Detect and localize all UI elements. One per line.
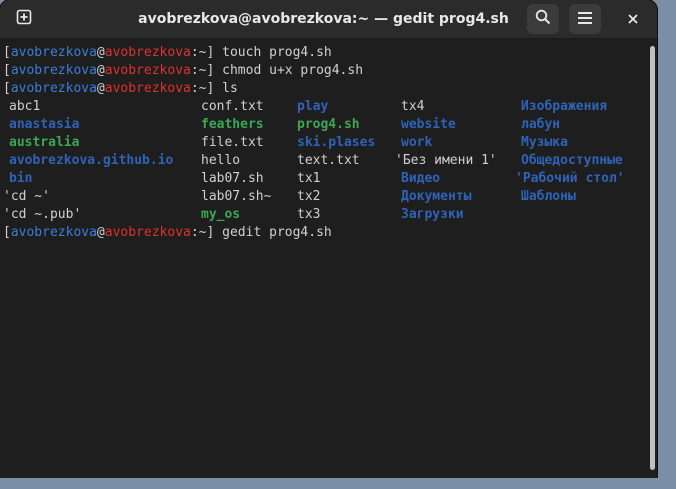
prompt-host: avobrezkova [104, 81, 191, 96]
prompt-at: @ [96, 225, 105, 240]
ls-file-entry: conf.txt [201, 99, 264, 114]
ls-file-entry: tx1 [297, 171, 321, 186]
command-text: touch prog4.sh [222, 45, 332, 60]
ls-directory-entry: Видео [401, 171, 441, 186]
terminal-output[interactable]: [avobrezkova@avobrezkova:~] touch prog4.… [0, 39, 655, 478]
ls-file-entry: 'Без имени 1' [395, 153, 497, 168]
new-tab-button[interactable] [8, 4, 40, 34]
command-text: gedit prog4.sh [222, 225, 332, 240]
ls-directory-entry: Общедоступные [521, 153, 623, 168]
titlebar: avobrezkova@avobrezkova:~ — gedit prog4.… [0, 0, 657, 39]
ls-executable-entry: feathers [201, 117, 264, 132]
prompt-bracket: [ [3, 81, 11, 96]
ls-file-entry: abc1 [9, 99, 41, 114]
ls-file-entry: 'cd ~.pub' [3, 207, 82, 222]
prompt-host: avobrezkova [104, 225, 191, 240]
prompt-path: :~ [190, 81, 207, 96]
ls-directory-entry: bin [9, 171, 33, 186]
ls-executable-entry: australia [9, 135, 80, 150]
prompt-bracket: ] [206, 81, 215, 96]
ls-directory-entry: work [401, 135, 433, 150]
window-title: avobrezkova@avobrezkova:~ — gedit prog4.… [138, 11, 509, 27]
prompt-bracket: ] [206, 45, 215, 60]
ls-directory-entry: play [297, 99, 329, 114]
ls-file-entry: lab07.sh [201, 171, 264, 186]
prompt-bracket: ] [206, 63, 215, 78]
ls-file-entry: tx4 [401, 99, 425, 114]
prompt-path: :~ [190, 45, 207, 60]
ls-file-entry: file.txt [201, 135, 264, 150]
menu-button[interactable] [569, 4, 601, 34]
ls-directory-entry: website [401, 117, 456, 132]
ls-executable-entry: prog4.sh [297, 117, 360, 132]
command-text: chmod u+x prog4.sh [222, 63, 364, 78]
prompt-user: avobrezkova [10, 45, 97, 60]
prompt-user: avobrezkova [10, 63, 97, 78]
ls-directory-entry: anastasia [9, 117, 80, 132]
ls-directory-entry: Изображения [521, 99, 608, 114]
search-button[interactable] [527, 4, 559, 34]
prompt-user: avobrezkova [10, 81, 97, 96]
prompt-path: :~ [190, 63, 207, 78]
ls-directory-entry: 'Рабочий стол' [515, 171, 625, 186]
prompt-user: avobrezkova [10, 225, 97, 240]
ls-directory-entry: Шаблоны [521, 189, 576, 204]
prompt-bracket: [ [3, 225, 11, 240]
prompt-line: [avobrezkova@avobrezkova:~] gedit prog4.… [3, 224, 332, 242]
prompt-at: @ [96, 63, 105, 78]
ls-directory-entry: Музыка [521, 135, 568, 150]
close-icon [627, 10, 639, 29]
prompt-bracket: [ [3, 45, 11, 60]
prompt-path: :~ [190, 225, 207, 240]
ls-directory-entry: avobrezkova.github.io [9, 153, 174, 168]
prompt-host: avobrezkova [104, 45, 191, 60]
hamburger-menu-icon [577, 10, 593, 29]
prompt-bracket: [ [3, 63, 11, 78]
ls-file-entry: tx3 [297, 207, 321, 222]
ls-file-entry: tx2 [297, 189, 321, 204]
search-icon [535, 9, 551, 29]
close-button[interactable] [618, 4, 648, 34]
terminal-window: avobrezkova@avobrezkova:~ — gedit prog4.… [0, 0, 657, 478]
plus-square-icon [16, 9, 32, 29]
prompt-bracket: ] [206, 225, 215, 240]
ls-file-entry: text.txt [297, 153, 360, 168]
ls-file-entry: hello [201, 153, 241, 168]
prompt-host: avobrezkova [104, 63, 191, 78]
scrollbar[interactable] [650, 46, 655, 470]
ls-file-entry: 'cd ~' [3, 189, 50, 204]
prompt-at: @ [96, 45, 105, 60]
ls-executable-entry: my_os [201, 207, 241, 222]
desktop-edge [0, 478, 676, 489]
command-text: ls [222, 81, 238, 96]
ls-directory-entry: ski.plases [297, 135, 376, 150]
prompt-line: [avobrezkova@avobrezkova:~] ls [3, 80, 238, 98]
ls-directory-entry: Документы [401, 189, 472, 204]
prompt-line: [avobrezkova@avobrezkova:~] touch prog4.… [3, 44, 332, 62]
ls-file-entry: lab07.sh~ [201, 189, 272, 204]
ls-directory-entry: Загрузки [401, 207, 464, 222]
prompt-line: [avobrezkova@avobrezkova:~] chmod u+x pr… [3, 62, 363, 80]
ls-directory-entry: лабун [521, 117, 561, 132]
prompt-at: @ [96, 81, 105, 96]
